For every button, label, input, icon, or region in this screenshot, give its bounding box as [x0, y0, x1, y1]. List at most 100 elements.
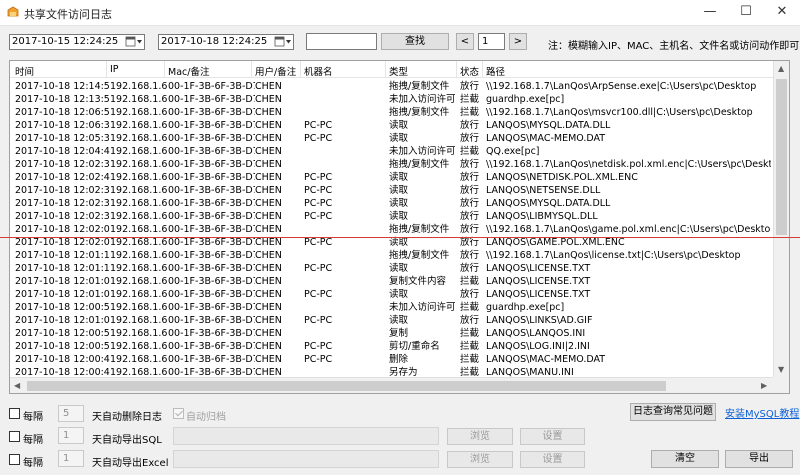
scroll-left-icon[interactable]: ◀: [14, 381, 20, 390]
table-cell: PC-PC: [304, 185, 333, 196]
table-header: 时间 IP Mac/备注 用户/备注 机器名 类型 状态 路径: [10, 61, 774, 78]
table-row[interactable]: 2017-10-18 12:05:31 192.168.1.6 00-1F-3B-6…: [10, 132, 774, 145]
log-table[interactable]: 时间 IP Mac/备注 用户/备注 机器名 类型 状态 路径 2017-10-18 12:1…: [9, 60, 790, 394]
column-separator[interactable]: [482, 61, 483, 78]
column-separator[interactable]: [300, 61, 301, 78]
export-sql-settings-button[interactable]: 设置: [520, 428, 585, 445]
table-row[interactable]: 2017-10-18 12:00:59 192.168.1.6 00-1F-3B-6…: [10, 301, 774, 314]
table-cell: 00-1F-3B-6F-3B-D7: [168, 133, 255, 144]
table-row[interactable]: 2017-10-18 12:04:43 192.168.1.6 00-1F-3B-6…: [10, 145, 774, 158]
column-header[interactable]: 状态: [460, 64, 479, 78]
end-date-picker[interactable]: 2017-10-18 12:24:25: [158, 34, 294, 50]
table-row[interactable]: 2017-10-18 12:00:53 192.168.1.6 00-1F-3B-6…: [10, 340, 774, 353]
column-separator[interactable]: [164, 61, 165, 78]
table-row[interactable]: 2017-10-18 12:01:14 192.168.1.6 00-1F-3B-6…: [10, 249, 774, 262]
table-cell: 拦截: [460, 354, 480, 365]
table-row[interactable]: 2017-10-18 12:13:50 192.168.1.6 00-1F-3B-6…: [10, 93, 774, 106]
table-row[interactable]: 2017-10-18 12:01:05 192.168.1.6 00-1F-3B-6…: [10, 275, 774, 288]
table-cell: 00-1F-3B-6F-3B-D7: [168, 328, 255, 339]
column-header[interactable]: 机器名: [304, 64, 333, 78]
prev-page-button[interactable]: <: [456, 33, 474, 50]
export-excel-browse-button[interactable]: 浏览: [447, 451, 513, 468]
table-row[interactable]: 2017-10-18 12:02:39 192.168.1.6 00-1F-3B-6…: [10, 197, 774, 210]
scroll-right-icon[interactable]: ▶: [761, 381, 767, 390]
table-cell: 192.168.1.6: [110, 146, 168, 157]
column-header[interactable]: 用户/备注: [255, 64, 296, 78]
search-button[interactable]: 查找: [381, 33, 449, 50]
end-date-value: 2017-10-18 12:24:25: [161, 36, 268, 47]
table-cell: \\192.168.1.7\LanQos\msvcr100.dll|C:\Use…: [486, 107, 753, 118]
close-button[interactable]: ✕: [764, 0, 800, 26]
column-header[interactable]: Mac/备注: [168, 64, 209, 78]
minimize-button[interactable]: —: [692, 0, 728, 26]
table-cell: 2017-10-18 12:05:31: [15, 133, 110, 144]
vertical-scroll-thumb[interactable]: [776, 79, 787, 235]
table-body[interactable]: 2017-10-18 12:14:52 192.168.1.6 00-1F-3B-6…: [10, 78, 774, 385]
table-cell: PC-PC: [304, 172, 333, 183]
table-row[interactable]: 2017-10-18 12:02:39 192.168.1.6 00-1F-3B-6…: [10, 184, 774, 197]
calendar-dropdown-icon[interactable]: [125, 36, 143, 48]
table-cell: 拖拽/复制文件: [389, 250, 450, 261]
horizontal-scrollbar[interactable]: ◀ ▶: [10, 377, 774, 393]
table-cell: 192.168.1.6: [110, 263, 168, 274]
export-button[interactable]: 导出: [725, 450, 793, 468]
table-row[interactable]: 2017-10-18 12:01:00 192.168.1.6 00-1F-3B-6…: [10, 314, 774, 327]
table-row[interactable]: 2017-10-18 12:02:42 192.168.1.6 00-1F-3B-6…: [10, 171, 774, 184]
export-sql-browse-button[interactable]: 浏览: [447, 428, 513, 445]
table-cell: 放行: [460, 159, 480, 170]
auto-delete-checkbox[interactable]: [9, 408, 20, 419]
clear-button[interactable]: 清空: [651, 450, 719, 468]
table-row[interactable]: 2017-10-18 12:06:50 192.168.1.6 00-1F-3B-6…: [10, 106, 774, 119]
start-date-picker[interactable]: 2017-10-15 12:24:25: [9, 34, 145, 50]
auto-delete-days-input[interactable]: 5: [58, 405, 84, 422]
table-cell: 00-1F-3B-6F-3B-D7: [168, 250, 255, 261]
table-row[interactable]: 2017-10-18 12:02:05 192.168.1.6 00-1F-3B-6…: [10, 223, 774, 236]
maximize-button[interactable]: ☐: [728, 0, 764, 26]
column-separator[interactable]: [385, 61, 386, 78]
table-cell: LANQOS\MAC-MEMO.DAT: [486, 133, 606, 144]
auto-archive-checkbox[interactable]: [173, 408, 184, 419]
table-cell: 2017-10-18 12:02:39: [15, 159, 110, 170]
column-header[interactable]: IP: [110, 64, 119, 75]
table-row[interactable]: 2017-10-18 12:14:52 192.168.1.6 00-1F-3B-6…: [10, 80, 774, 93]
export-sql-days-input[interactable]: 1: [58, 427, 84, 444]
table-row[interactable]: 2017-10-18 12:02:39 192.168.1.6 00-1F-3B-6…: [10, 210, 774, 223]
table-cell: 放行: [460, 211, 480, 222]
table-cell: PC-PC: [304, 120, 333, 131]
table-cell: 2017-10-18 12:00:55: [15, 328, 110, 339]
export-sql-path-input[interactable]: [173, 427, 439, 445]
search-hint: 注：模糊输入IP、MAC、主机名、文件名或访问动作即可: [548, 41, 800, 52]
table-row[interactable]: 2017-10-18 12:01:06 192.168.1.6 00-1F-3B-6…: [10, 288, 774, 301]
table-cell: 00-1F-3B-6F-3B-D7: [168, 354, 255, 365]
search-input[interactable]: [306, 33, 377, 50]
calendar-dropdown-icon[interactable]: [274, 36, 292, 48]
export-sql-checkbox[interactable]: [9, 431, 20, 442]
export-excel-days-input[interactable]: 1: [58, 450, 84, 467]
table-cell: CHEN: [255, 263, 282, 274]
table-row[interactable]: 2017-10-18 12:02:39 192.168.1.6 00-1F-3B-6…: [10, 158, 774, 171]
column-header[interactable]: 时间: [15, 64, 34, 78]
export-excel-settings-button[interactable]: 设置: [520, 451, 585, 468]
horizontal-scroll-thumb[interactable]: [27, 381, 666, 391]
column-separator[interactable]: [106, 61, 107, 78]
table-cell: LANQOS\LICENSE.TXT: [486, 276, 591, 287]
vertical-scrollbar[interactable]: ▲ ▼: [773, 61, 789, 378]
column-separator[interactable]: [456, 61, 457, 78]
scroll-down-icon[interactable]: ▼: [778, 365, 784, 374]
mysql-tutorial-link[interactable]: 安装MySQL教程: [725, 405, 799, 420]
export-excel-checkbox[interactable]: [9, 454, 20, 465]
table-row[interactable]: 2017-10-18 12:01:17 192.168.1.6 00-1F-3B-6…: [10, 262, 774, 275]
column-separator[interactable]: [251, 61, 252, 78]
log-query-faq-button[interactable]: 日志查询常见问题: [630, 403, 716, 421]
column-header[interactable]: 类型: [389, 64, 408, 78]
next-page-button[interactable]: >: [509, 33, 527, 50]
column-header[interactable]: 路径: [486, 64, 505, 78]
table-cell: 拦截: [460, 302, 480, 313]
table-row[interactable]: 2017-10-18 12:00:47 192.168.1.6 00-1F-3B-6…: [10, 353, 774, 366]
table-row[interactable]: 2017-10-18 12:00:55 192.168.1.6 00-1F-3B-6…: [10, 327, 774, 340]
page-number-input[interactable]: 1: [478, 33, 505, 50]
scroll-up-icon[interactable]: ▲: [778, 64, 784, 73]
table-cell: 192.168.1.6: [110, 133, 168, 144]
table-row[interactable]: 2017-10-18 12:06:31 192.168.1.6 00-1F-3B-6…: [10, 119, 774, 132]
export-excel-path-input[interactable]: [173, 450, 439, 468]
